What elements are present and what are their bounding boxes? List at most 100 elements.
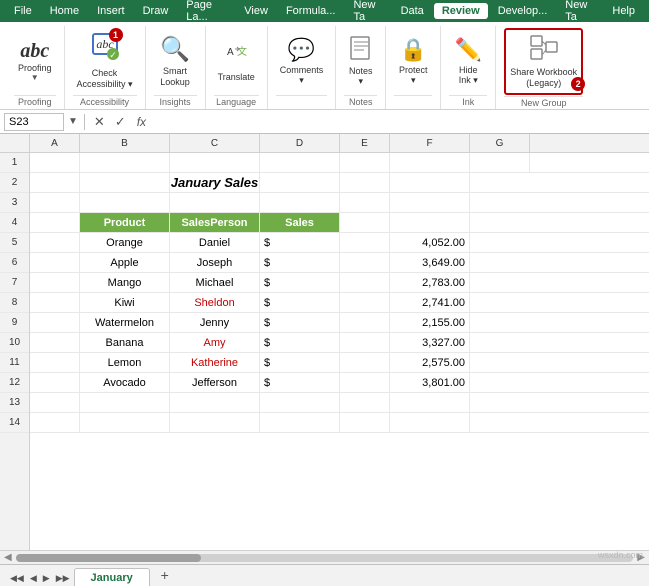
cell-d5-currency[interactable]: $ [260, 233, 340, 252]
row-header-7[interactable]: 7 [0, 273, 29, 293]
comments-button[interactable]: 💬 Comments▾ [276, 28, 328, 94]
menu-review[interactable]: Review [434, 3, 488, 19]
cell-b12-product[interactable]: Avocado [80, 373, 170, 392]
cell-d2[interactable] [260, 173, 340, 192]
cell-f1[interactable] [390, 153, 470, 172]
cell-g12[interactable] [470, 373, 530, 392]
sheet-tab-january[interactable]: January [74, 568, 150, 586]
row-header-1[interactable]: 1 [0, 153, 29, 173]
cell-f5-sales[interactable]: 4,052.00 [390, 233, 470, 252]
spreadsheet-title[interactable]: January Sales [170, 173, 260, 192]
scroll-track[interactable] [16, 554, 634, 562]
cell-f9-sales[interactable]: 2,155.00 [390, 313, 470, 332]
cell-a2[interactable] [30, 173, 80, 192]
cell-d9-currency[interactable]: $ [260, 313, 340, 332]
cell-b11-product[interactable]: Lemon [80, 353, 170, 372]
cell-f3[interactable] [390, 193, 470, 212]
cell-b2[interactable] [80, 173, 170, 192]
cell-f4[interactable] [390, 213, 470, 232]
row-header-2[interactable]: 2 [0, 173, 29, 193]
cell-a5[interactable] [30, 233, 80, 252]
cell-e4[interactable] [340, 213, 390, 232]
cell-d6-currency[interactable]: $ [260, 253, 340, 272]
cell-a3[interactable] [30, 193, 80, 212]
cell-b8-product[interactable]: Kiwi [80, 293, 170, 312]
menu-formulas[interactable]: Formula... [278, 3, 344, 19]
header-sales[interactable]: Sales [260, 213, 340, 232]
cell-d10-currency[interactable]: $ [260, 333, 340, 352]
cell-c1[interactable] [170, 153, 260, 172]
cell-g10[interactable] [470, 333, 530, 352]
cell-b5-product[interactable]: Orange [80, 233, 170, 252]
cell-g2[interactable] [470, 173, 530, 192]
cell-b1[interactable] [80, 153, 170, 172]
cell-a7[interactable] [30, 273, 80, 292]
col-header-c[interactable]: C [170, 134, 260, 152]
tab-nav-last[interactable]: ▶▶ [54, 573, 72, 584]
sheet-tab-add[interactable]: + [156, 566, 174, 584]
cell-f10-sales[interactable]: 3,327.00 [390, 333, 470, 352]
row-header-4[interactable]: 4 [0, 213, 29, 233]
cell-a8[interactable] [30, 293, 80, 312]
menu-draw[interactable]: Draw [135, 3, 177, 19]
cell-g11[interactable] [470, 353, 530, 372]
cell-f2[interactable] [390, 173, 470, 192]
row-header-10[interactable]: 10 [0, 333, 29, 353]
cell-e9[interactable] [340, 313, 390, 332]
cell-c5-salesperson[interactable]: Daniel [170, 233, 260, 252]
cell-b3[interactable] [80, 193, 170, 212]
menu-insert[interactable]: Insert [89, 3, 133, 19]
cell-g5[interactable] [470, 233, 530, 252]
cell-g7[interactable] [470, 273, 530, 292]
name-box[interactable]: S23 [4, 113, 64, 131]
cell-g3[interactable] [470, 193, 530, 212]
row-header-14[interactable]: 14 [0, 413, 29, 433]
notes-button[interactable]: Notes▾ [345, 28, 377, 94]
menu-data[interactable]: Data [393, 3, 432, 19]
cell-d1[interactable] [260, 153, 340, 172]
cell-b9-product[interactable]: Watermelon [80, 313, 170, 332]
cell-e8[interactable] [340, 293, 390, 312]
cell-g6[interactable] [470, 253, 530, 272]
cell-a12[interactable] [30, 373, 80, 392]
proofing-button[interactable]: abc Proofing ▼ [14, 28, 56, 94]
cell-d7-currency[interactable]: $ [260, 273, 340, 292]
col-header-b[interactable]: B [80, 134, 170, 152]
header-salesperson[interactable]: SalesPerson [170, 213, 260, 232]
row-header-5[interactable]: 5 [0, 233, 29, 253]
cell-c11-salesperson[interactable]: Katherine [170, 353, 260, 372]
scroll-left-icon[interactable]: ◀ [4, 552, 12, 563]
row-header-11[interactable]: 11 [0, 353, 29, 373]
cancel-icon[interactable]: ✕ [91, 114, 108, 130]
cell-b6-product[interactable]: Apple [80, 253, 170, 272]
col-header-g[interactable]: G [470, 134, 530, 152]
row-header-8[interactable]: 8 [0, 293, 29, 313]
cell-d11-currency[interactable]: $ [260, 353, 340, 372]
cell-f12-sales[interactable]: 3,801.00 [390, 373, 470, 392]
confirm-icon[interactable]: ✓ [112, 114, 129, 130]
menu-develop[interactable]: Develop... [490, 3, 556, 19]
scroll-thumb[interactable] [16, 554, 201, 562]
cell-e5[interactable] [340, 233, 390, 252]
cell-c9-salesperson[interactable]: Jenny [170, 313, 260, 332]
cell-e1[interactable] [340, 153, 390, 172]
cell-c7-salesperson[interactable]: Michael [170, 273, 260, 292]
cell-c6-salesperson[interactable]: Joseph [170, 253, 260, 272]
row-header-6[interactable]: 6 [0, 253, 29, 273]
tab-nav-next[interactable]: ▶ [41, 573, 52, 584]
menu-view[interactable]: View [236, 3, 276, 19]
cell-g8[interactable] [470, 293, 530, 312]
cell-f11-sales[interactable]: 2,575.00 [390, 353, 470, 372]
cell-e6[interactable] [340, 253, 390, 272]
cell-a9[interactable] [30, 313, 80, 332]
row-header-12[interactable]: 12 [0, 373, 29, 393]
cell-a10[interactable] [30, 333, 80, 352]
cell-g4[interactable] [470, 213, 530, 232]
cell-e12[interactable] [340, 373, 390, 392]
cell-g1[interactable] [470, 153, 530, 172]
row-header-3[interactable]: 3 [0, 193, 29, 213]
cell-c10-salesperson[interactable]: Amy [170, 333, 260, 352]
cell-f7-sales[interactable]: 2,783.00 [390, 273, 470, 292]
cell-c12-salesperson[interactable]: Jefferson [170, 373, 260, 392]
row-header-13[interactable]: 13 [0, 393, 29, 413]
